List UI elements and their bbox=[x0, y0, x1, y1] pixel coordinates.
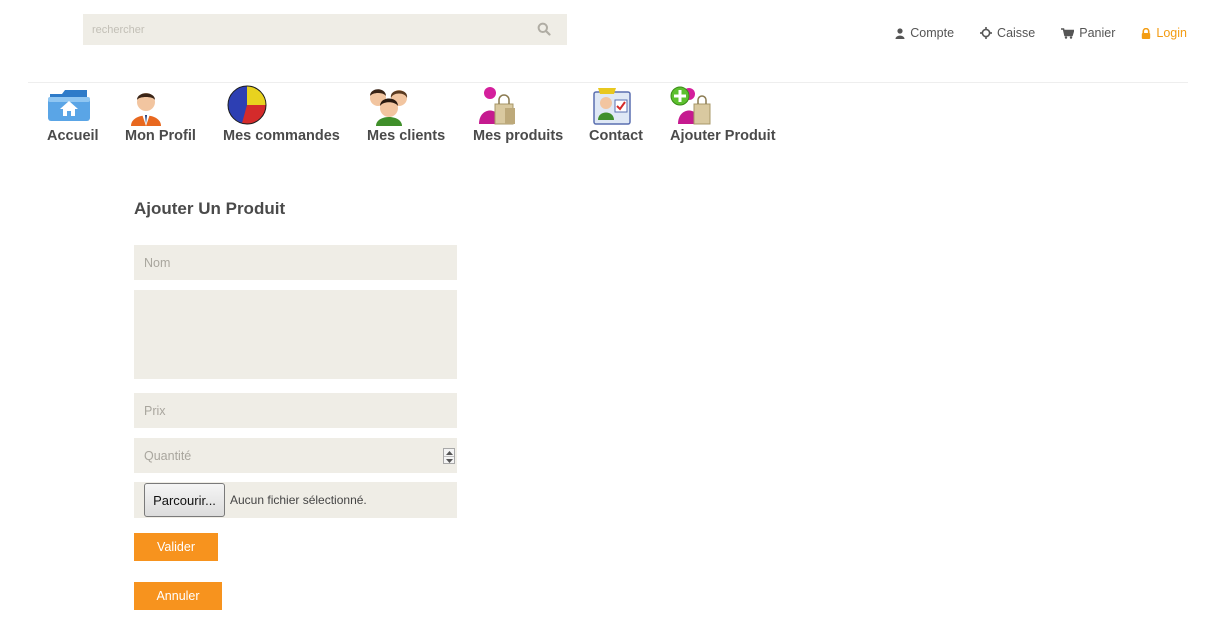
description-textarea[interactable] bbox=[134, 290, 457, 379]
add-product-icon bbox=[670, 86, 711, 125]
name-input[interactable] bbox=[134, 245, 457, 280]
form-title: Ajouter Un Produit bbox=[134, 199, 286, 218]
login-link[interactable]: Login bbox=[1141, 24, 1187, 42]
user-profile-icon bbox=[131, 93, 161, 126]
nav-label-mes-produits: Mes produits bbox=[473, 128, 564, 144]
checkout-link[interactable]: Caisse bbox=[980, 24, 1035, 42]
pie-chart-icon bbox=[227, 85, 267, 125]
quantity-stepper bbox=[443, 448, 455, 464]
file-status: Aucun fichier sélectionné. bbox=[230, 493, 367, 507]
search-icon[interactable] bbox=[537, 22, 553, 38]
account-link-label: Compte bbox=[910, 26, 955, 40]
cart-icon bbox=[1061, 27, 1075, 39]
nav-label-mon-profil: Mon Profil bbox=[125, 128, 196, 144]
submit-button[interactable]: Valider bbox=[134, 533, 218, 561]
account-link[interactable]: Compte bbox=[895, 24, 954, 42]
browse-button[interactable]: Parcourir... bbox=[144, 483, 225, 517]
login-link-label: Login bbox=[1156, 26, 1187, 40]
user-icon bbox=[895, 27, 905, 39]
top-links: Compte Caisse Panier Login bbox=[869, 24, 1187, 42]
shopping-bags-icon bbox=[479, 87, 515, 125]
nav-label-mes-commandes: Mes commandes bbox=[223, 128, 340, 144]
price-input[interactable] bbox=[134, 393, 457, 428]
home-folder-icon bbox=[48, 90, 90, 121]
group-icon bbox=[370, 89, 408, 126]
nav-label-ajouter-produit: Ajouter Produit bbox=[670, 128, 776, 144]
stepper-down-icon[interactable] bbox=[444, 457, 454, 464]
nav-label-accueil: Accueil bbox=[47, 128, 99, 144]
nav-label-mes-clients: Mes clients bbox=[367, 128, 446, 144]
crosshair-icon bbox=[980, 27, 993, 39]
cart-link[interactable]: Panier bbox=[1061, 24, 1115, 42]
header-divider bbox=[28, 82, 1188, 83]
search-input[interactable] bbox=[83, 14, 533, 45]
quantity-input[interactable] bbox=[134, 438, 457, 473]
checkout-link-label: Caisse bbox=[997, 26, 1036, 40]
nav-label-contact: Contact bbox=[589, 128, 643, 144]
lock-icon bbox=[1142, 27, 1151, 39]
stepper-up-icon[interactable] bbox=[444, 449, 454, 456]
cart-link-label: Panier bbox=[1079, 26, 1116, 40]
contact-card-icon bbox=[593, 88, 631, 125]
file-upload: Parcourir... Aucun fichier sélectionné. bbox=[134, 482, 457, 518]
cancel-button[interactable]: Annuler bbox=[134, 582, 222, 610]
search-bar bbox=[83, 14, 567, 45]
